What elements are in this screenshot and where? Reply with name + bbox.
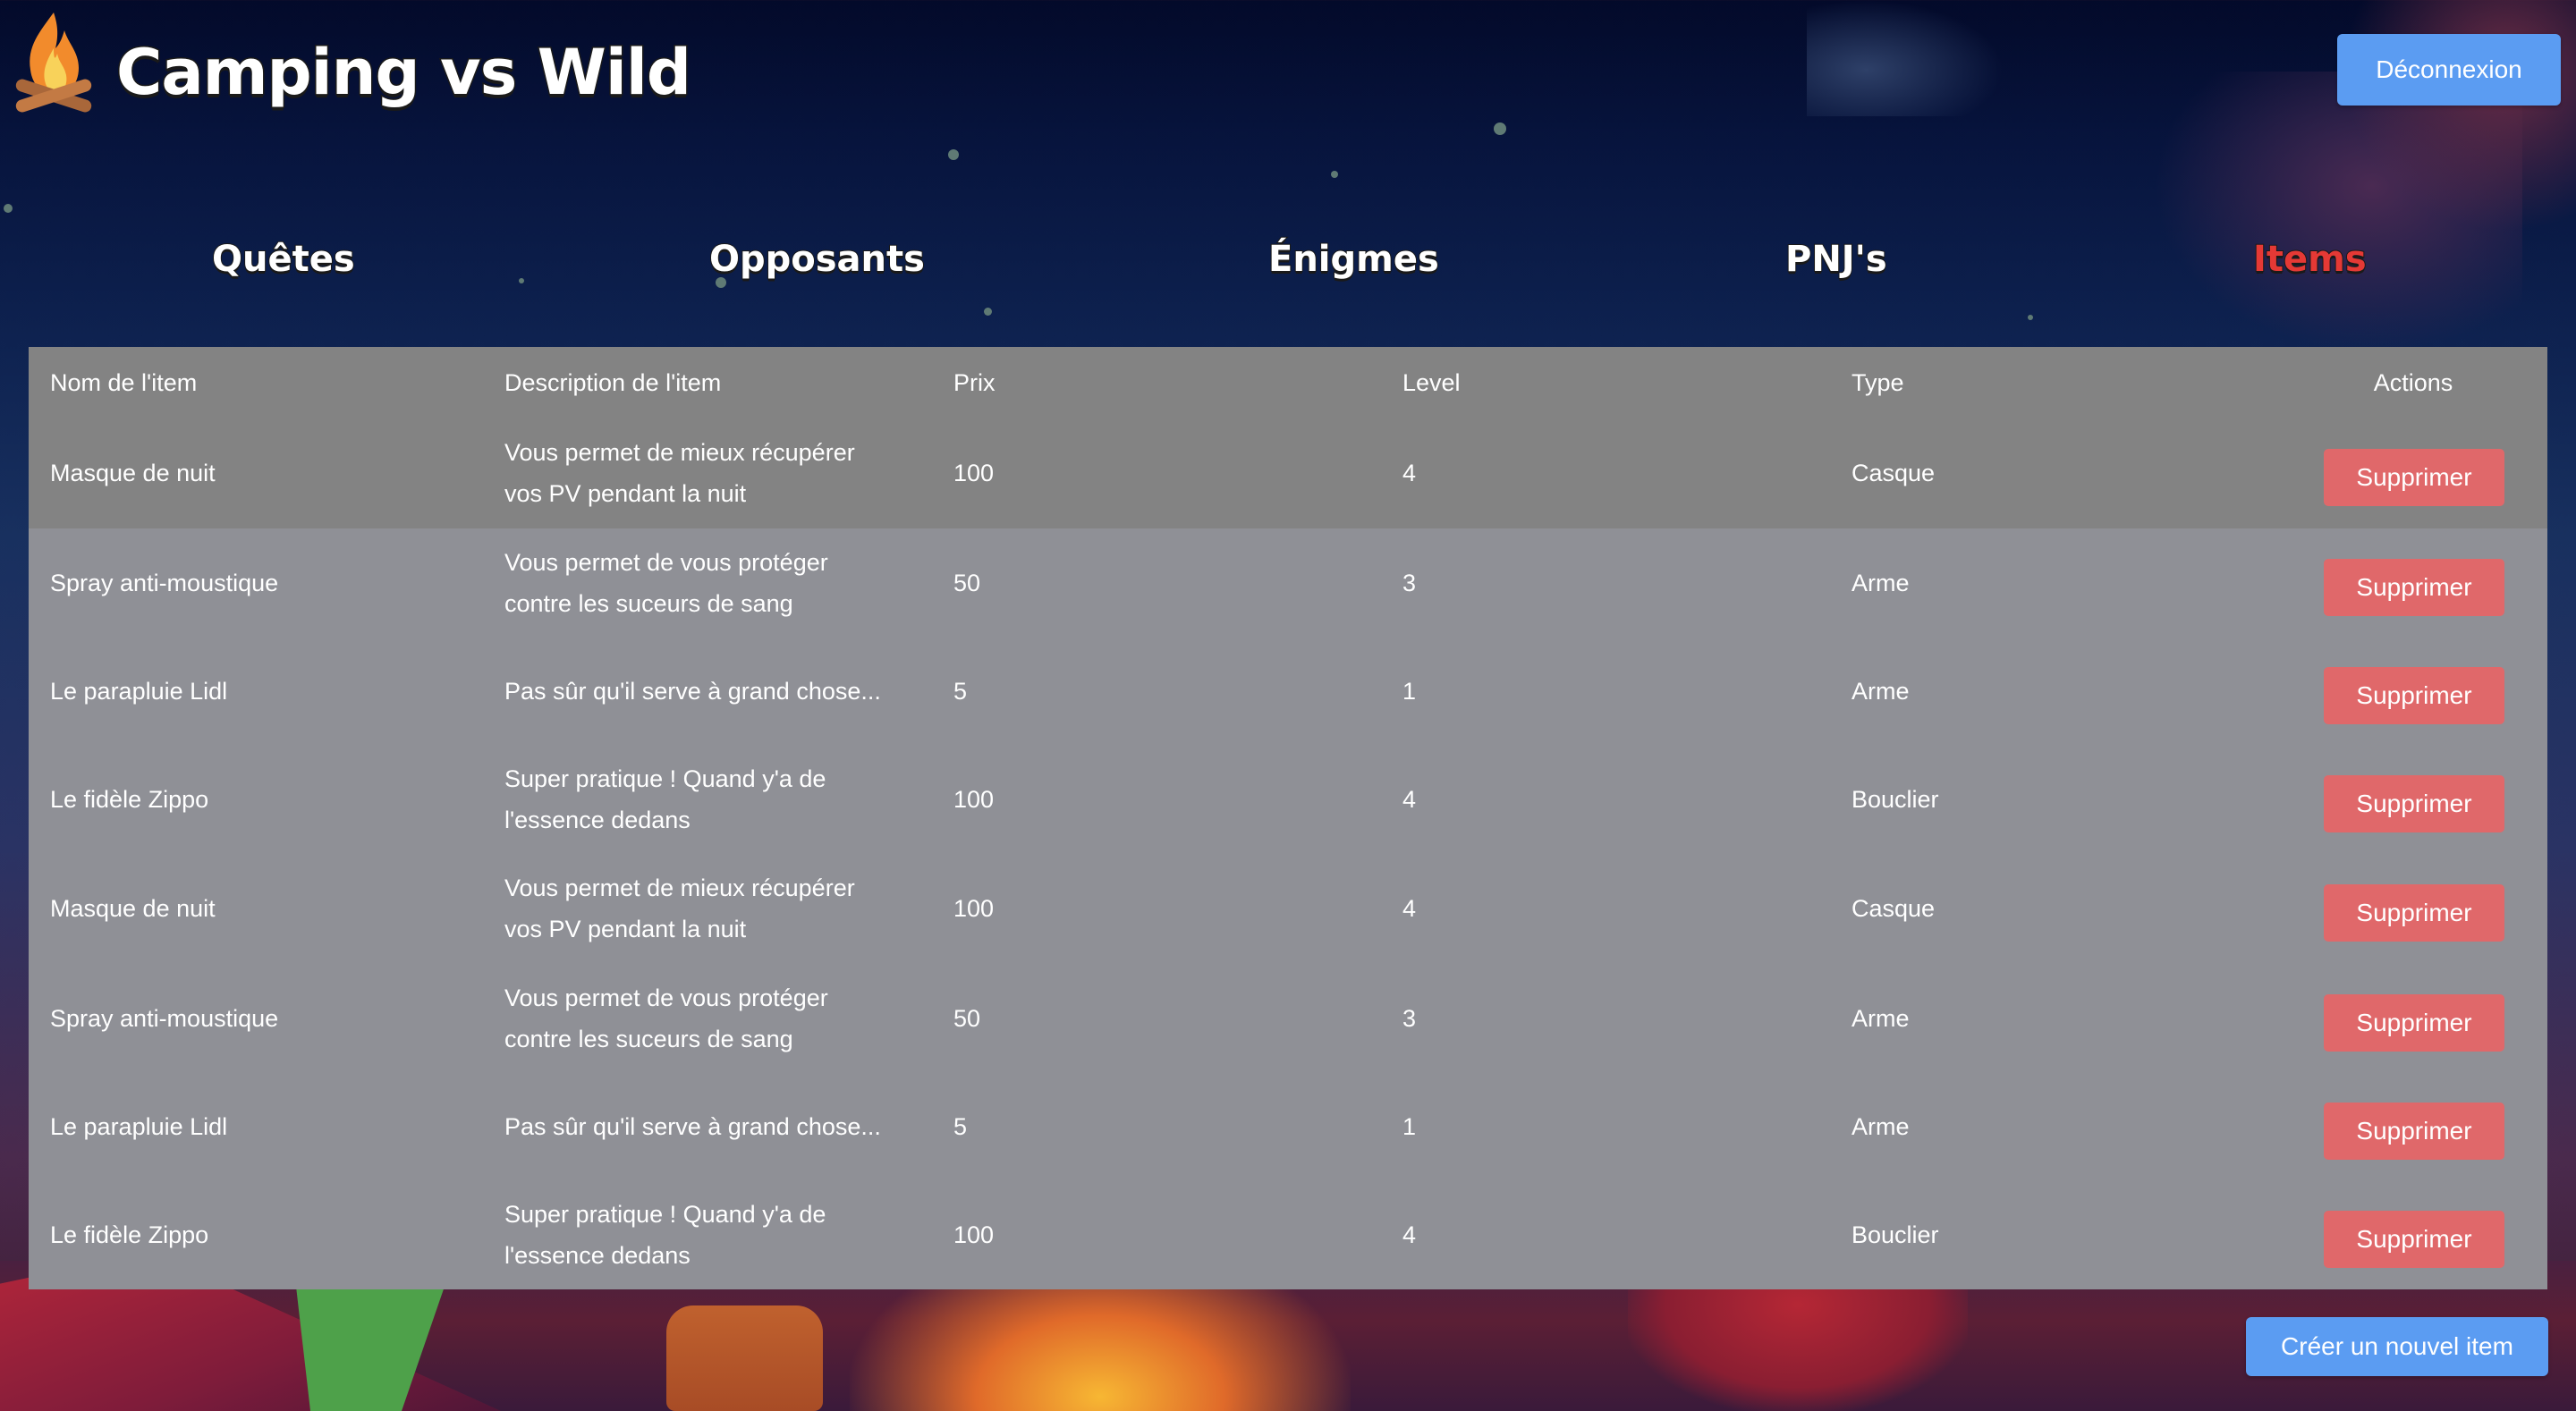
table-row: Le fidèle Zippo Super pratique ! Quand y… bbox=[29, 744, 2547, 854]
item-name: Le parapluie Lidl bbox=[50, 1112, 228, 1140]
main-nav: Quêtes Opposants Énigmes PNJ's Items bbox=[0, 228, 2576, 291]
item-price: 50 bbox=[953, 570, 981, 597]
delete-button[interactable]: Supprimer bbox=[2324, 449, 2504, 507]
item-price: 100 bbox=[953, 1221, 995, 1248]
item-type: Arme bbox=[1852, 1112, 1910, 1140]
background-star bbox=[1331, 171, 1338, 178]
item-level: 4 bbox=[1402, 460, 1417, 487]
column-header-level: Level bbox=[1402, 368, 1461, 396]
background-pot bbox=[666, 1305, 823, 1411]
item-actions: Supprimer bbox=[2279, 854, 2547, 964]
table-row: Le parapluie Lidl Pas sûr qu'il serve à … bbox=[29, 638, 2547, 745]
table-row: Le parapluie Lidl Pas sûr qu'il serve à … bbox=[29, 1073, 2547, 1180]
table-header-row: Nom de l'item Description de l'item Prix… bbox=[29, 347, 2547, 418]
table-row: Masque de nuit Vous permet de mieux récu… bbox=[29, 853, 2547, 964]
item-type: Arme bbox=[1852, 570, 1910, 597]
item-description: Vous permet de vous protéger contre les … bbox=[504, 549, 828, 618]
item-level: 3 bbox=[1402, 1005, 1417, 1033]
background-star bbox=[984, 308, 992, 316]
column-header-description: Description de l'item bbox=[504, 368, 722, 396]
create-item-button[interactable]: Créer un nouvel item bbox=[2246, 1317, 2548, 1376]
app-title: Camping vs Wild bbox=[115, 35, 693, 111]
item-name: Masque de nuit bbox=[50, 460, 216, 487]
item-actions: Supprimer bbox=[2279, 964, 2547, 1074]
item-actions: Supprimer bbox=[2279, 638, 2547, 745]
item-actions: Supprimer bbox=[2279, 418, 2547, 528]
nav-item-quetes[interactable]: Quêtes bbox=[211, 228, 356, 291]
item-type: Casque bbox=[1852, 895, 1936, 923]
nav-item-pnjs[interactable]: PNJ's bbox=[1784, 228, 1888, 291]
nav-item-enigmes[interactable]: Énigmes bbox=[1267, 228, 1440, 291]
item-actions: Supprimer bbox=[2279, 744, 2547, 854]
delete-button[interactable]: Supprimer bbox=[2324, 994, 2504, 1052]
item-name: Le fidèle Zippo bbox=[50, 785, 209, 813]
item-type: Arme bbox=[1852, 677, 1910, 705]
delete-button[interactable]: Supprimer bbox=[2324, 666, 2504, 724]
items-table: Nom de l'item Description de l'item Prix… bbox=[29, 347, 2547, 1289]
column-header-type: Type bbox=[1852, 368, 1904, 396]
item-description: Vous permet de vous protéger contre les … bbox=[504, 984, 828, 1053]
items-table-container: Nom de l'item Description de l'item Prix… bbox=[29, 347, 2547, 1289]
item-level: 3 bbox=[1402, 570, 1417, 597]
item-level: 4 bbox=[1402, 1221, 1417, 1248]
item-description: Super pratique ! Quand y'a de l'essence … bbox=[504, 1200, 826, 1269]
delete-button[interactable]: Supprimer bbox=[2324, 559, 2504, 617]
campfire-icon bbox=[13, 7, 95, 116]
item-price: 100 bbox=[953, 785, 995, 813]
item-name: Masque de nuit bbox=[50, 895, 216, 923]
table-row: Spray anti-moustique Vous permet de vous… bbox=[29, 963, 2547, 1074]
delete-button[interactable]: Supprimer bbox=[2324, 774, 2504, 832]
app-header: Camping vs Wild Déconnexion bbox=[0, 0, 2576, 152]
background-star bbox=[2028, 315, 2033, 320]
item-name: Le parapluie Lidl bbox=[50, 677, 228, 705]
item-level: 1 bbox=[1402, 677, 1417, 705]
nav-item-items[interactable]: Items bbox=[2252, 228, 2368, 291]
background-star bbox=[4, 204, 13, 213]
delete-button[interactable]: Supprimer bbox=[2324, 1102, 2504, 1160]
item-type: Bouclier bbox=[1852, 1221, 1939, 1248]
item-price: 5 bbox=[953, 677, 968, 705]
item-actions: Supprimer bbox=[2279, 528, 2547, 638]
logout-button[interactable]: Déconnexion bbox=[2337, 34, 2561, 106]
delete-button[interactable]: Supprimer bbox=[2324, 1210, 2504, 1268]
item-type: Arme bbox=[1852, 1005, 1910, 1033]
table-row: Le fidèle Zippo Super pratique ! Quand y… bbox=[29, 1179, 2547, 1289]
item-price: 50 bbox=[953, 1005, 981, 1033]
item-actions: Supprimer bbox=[2279, 1179, 2547, 1289]
item-description: Vous permet de mieux récupérer vos PV pe… bbox=[504, 874, 855, 943]
item-description: Pas sûr qu'il serve à grand chose... bbox=[504, 1112, 881, 1140]
table-row: Spray anti-moustique Vous permet de vous… bbox=[29, 528, 2547, 638]
column-header-name: Nom de l'item bbox=[50, 368, 198, 396]
nav-item-opposants[interactable]: Opposants bbox=[708, 228, 926, 291]
delete-button[interactable]: Supprimer bbox=[2324, 884, 2504, 942]
item-type: Casque bbox=[1852, 460, 1936, 487]
column-header-price: Prix bbox=[953, 368, 996, 396]
item-level: 4 bbox=[1402, 895, 1417, 923]
item-description: Vous permet de mieux récupérer vos PV pe… bbox=[504, 439, 855, 508]
item-name: Spray anti-moustique bbox=[50, 570, 279, 597]
item-description: Super pratique ! Quand y'a de l'essence … bbox=[504, 765, 826, 833]
item-price: 100 bbox=[953, 460, 995, 487]
column-header-actions: Actions bbox=[2373, 368, 2453, 396]
table-row: Masque de nuit Vous permet de mieux récu… bbox=[29, 418, 2547, 528]
item-actions: Supprimer bbox=[2279, 1073, 2547, 1179]
item-price: 100 bbox=[953, 895, 995, 923]
item-description: Pas sûr qu'il serve à grand chose... bbox=[504, 677, 881, 705]
item-level: 4 bbox=[1402, 785, 1417, 813]
item-price: 5 bbox=[953, 1112, 968, 1140]
item-name: Spray anti-moustique bbox=[50, 1005, 279, 1033]
item-type: Bouclier bbox=[1852, 785, 1939, 813]
item-name: Le fidèle Zippo bbox=[50, 1221, 209, 1248]
item-level: 1 bbox=[1402, 1112, 1417, 1140]
